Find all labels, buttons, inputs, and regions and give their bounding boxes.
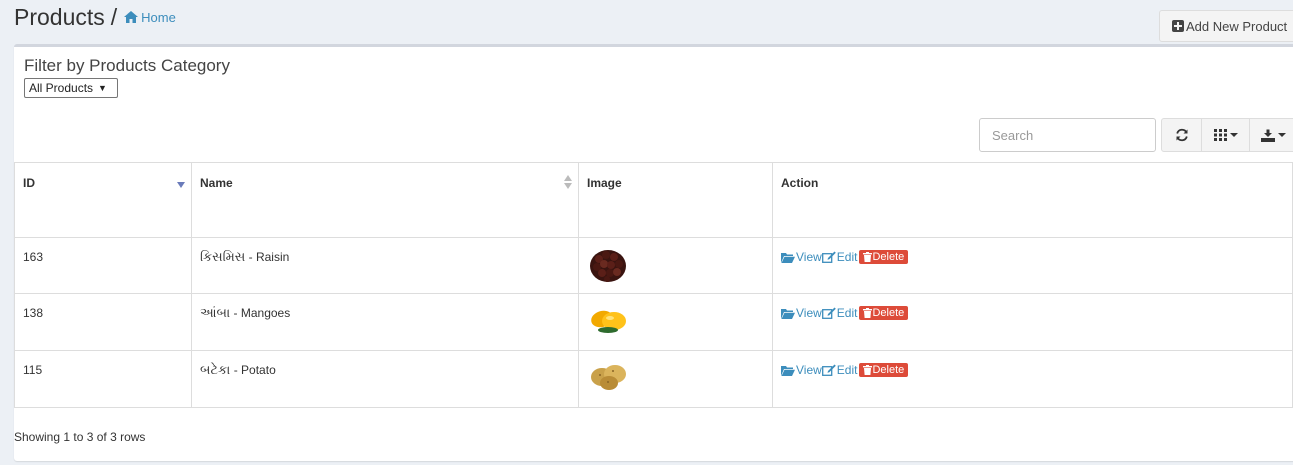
table-row: 115 બટેકા - Potato View Edit Delete bbox=[14, 350, 1293, 408]
cell-id: 115 bbox=[14, 350, 192, 408]
table-toolbar bbox=[1161, 118, 1293, 152]
cell-name: કિસમિસ - Raisin bbox=[191, 237, 579, 294]
page-title: Products bbox=[14, 4, 105, 30]
cell-image bbox=[578, 237, 773, 294]
cell-actions: View Edit Delete bbox=[772, 237, 1293, 294]
edit-label: Edit bbox=[836, 363, 858, 377]
table-row: 138 આંબા - Mangoes View Edit Delete bbox=[14, 293, 1293, 351]
table-row: 163 કિસમિસ - Raisin View Edit Delete bbox=[14, 237, 1293, 294]
column-header-name[interactable]: Name bbox=[191, 162, 579, 238]
trash-icon bbox=[863, 308, 873, 318]
product-name-local: કિસમિસ bbox=[200, 250, 246, 265]
column-header-id-label: ID bbox=[23, 176, 35, 190]
trash-icon bbox=[863, 252, 873, 262]
edit-icon bbox=[821, 251, 836, 263]
cell-id: 163 bbox=[14, 237, 192, 294]
products-table: ID Name Image Action 163 કિસમિસ - Raisin… bbox=[14, 162, 1293, 408]
product-name-local: બટેકા bbox=[200, 363, 231, 378]
category-select[interactable]: All Products ▼ bbox=[24, 78, 118, 98]
add-new-product-label: Add New Product bbox=[1186, 18, 1288, 34]
column-header-name-label: Name bbox=[200, 176, 233, 190]
trash-icon bbox=[863, 365, 873, 375]
folder-open-icon bbox=[781, 308, 795, 319]
caret-down-icon bbox=[1229, 133, 1238, 137]
folder-open-icon bbox=[781, 365, 795, 376]
cell-image bbox=[578, 350, 773, 408]
column-header-image: Image bbox=[578, 162, 773, 238]
cell-image bbox=[578, 293, 773, 351]
product-name-separator: - bbox=[230, 363, 242, 377]
edit-label: Edit bbox=[836, 306, 858, 320]
product-name-english: Potato bbox=[241, 363, 276, 377]
cell-id: 138 bbox=[14, 293, 192, 351]
view-button[interactable]: View bbox=[781, 250, 822, 264]
columns-toggle-button[interactable] bbox=[1202, 118, 1250, 152]
delete-label: Delete bbox=[872, 307, 905, 319]
edit-icon bbox=[821, 307, 836, 319]
view-button[interactable]: View bbox=[781, 306, 822, 320]
products-box: Filter by Products Category All Products… bbox=[14, 44, 1293, 461]
product-name-local: આંબા bbox=[200, 306, 231, 321]
filter-title: Filter by Products Category bbox=[24, 56, 230, 75]
product-name-english: Raisin bbox=[255, 250, 290, 264]
column-header-action: Action bbox=[772, 162, 1293, 238]
product-name-separator: - bbox=[245, 250, 256, 264]
cell-name: આંબા - Mangoes bbox=[191, 293, 579, 351]
delete-button[interactable]: Delete bbox=[859, 363, 909, 377]
delete-button[interactable]: Delete bbox=[859, 250, 909, 264]
plus-square-icon bbox=[1172, 20, 1184, 32]
sort-desc-icon bbox=[177, 182, 185, 188]
pagination-info: Showing 1 to 3 of 3 rows bbox=[14, 430, 146, 444]
delete-label: Delete bbox=[872, 364, 905, 376]
columns-icon bbox=[1213, 129, 1227, 141]
breadcrumb-separator: / bbox=[110, 4, 118, 30]
export-button[interactable] bbox=[1250, 118, 1293, 152]
search-input[interactable] bbox=[979, 118, 1156, 152]
cell-actions: View Edit Delete bbox=[772, 293, 1293, 351]
view-label: View bbox=[796, 250, 822, 264]
export-icon bbox=[1261, 129, 1275, 142]
row-actions: View Edit Delete bbox=[781, 306, 1284, 320]
breadcrumb-home[interactable]: Home bbox=[124, 10, 176, 25]
row-actions: View Edit Delete bbox=[781, 363, 1284, 377]
column-header-image-label: Image bbox=[587, 176, 622, 190]
delete-label: Delete bbox=[872, 251, 905, 263]
breadcrumb-home-label: Home bbox=[141, 9, 176, 25]
delete-button[interactable]: Delete bbox=[859, 306, 909, 320]
chevron-down-icon: ▼ bbox=[98, 83, 107, 93]
raisin-image[interactable] bbox=[588, 246, 628, 284]
category-select-value: All Products bbox=[29, 81, 94, 95]
folder-open-icon bbox=[781, 252, 795, 263]
product-name-english: Mangoes bbox=[240, 306, 291, 320]
product-name-separator: - bbox=[230, 306, 241, 320]
caret-down-icon bbox=[1278, 133, 1286, 137]
add-new-product-button[interactable]: Add New Product bbox=[1159, 10, 1293, 42]
page-header: Products / Home bbox=[14, 4, 176, 31]
home-icon bbox=[124, 11, 139, 23]
mango-image[interactable] bbox=[588, 302, 628, 336]
edit-label: Edit bbox=[836, 250, 858, 264]
refresh-button[interactable] bbox=[1161, 118, 1202, 152]
edit-icon bbox=[821, 364, 836, 376]
column-header-action-label: Action bbox=[781, 176, 819, 190]
row-actions: View Edit Delete bbox=[781, 250, 1284, 264]
view-label: View bbox=[796, 306, 822, 320]
edit-button[interactable]: Edit bbox=[821, 250, 858, 264]
column-header-id[interactable]: ID bbox=[14, 162, 192, 238]
view-button[interactable]: View bbox=[781, 363, 822, 377]
refresh-icon bbox=[1175, 128, 1188, 142]
cell-actions: View Edit Delete bbox=[772, 350, 1293, 408]
sort-icon bbox=[564, 174, 572, 190]
view-label: View bbox=[796, 363, 822, 377]
potato-image[interactable] bbox=[588, 359, 628, 393]
cell-name: બટેકા - Potato bbox=[191, 350, 579, 408]
edit-button[interactable]: Edit bbox=[821, 306, 858, 320]
edit-button[interactable]: Edit bbox=[821, 363, 858, 377]
